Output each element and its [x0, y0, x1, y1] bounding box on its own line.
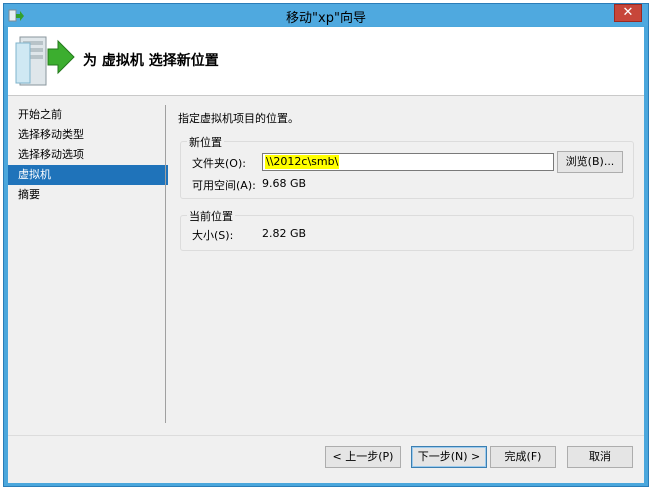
window-title: 移动"xp"向导	[286, 11, 366, 26]
nav-divider	[165, 105, 166, 423]
size-value: 2.82 GB	[262, 227, 307, 240]
browse-button[interactable]: 浏览(B)...	[557, 151, 623, 173]
new-location-title: 新位置	[187, 134, 224, 150]
wizard-window: 移动"xp"向导 ✕ 为 虚拟机 选择新位置 开始之前 选择移动类型 选择移动选…	[3, 3, 649, 487]
free-space-value: 9.68 GB	[262, 177, 307, 190]
wizard-header: 为 虚拟机 选择新位置	[8, 27, 644, 96]
nav-item-summary[interactable]: 摘要	[8, 185, 168, 205]
previous-button[interactable]: < 上一步(P)	[325, 446, 401, 468]
wizard-client: 为 虚拟机 选择新位置 开始之前 选择移动类型 选择移动选项 虚拟机 摘要 指定…	[8, 27, 644, 483]
folder-label: 文件夹(O):	[192, 157, 246, 170]
title-bar[interactable]: 移动"xp"向导 ✕	[4, 4, 648, 26]
current-location-title: 当前位置	[187, 208, 235, 224]
cancel-button[interactable]: 取消	[567, 446, 633, 468]
nav-item-before-you-begin[interactable]: 开始之前	[8, 105, 168, 125]
nav-item-move-options[interactable]: 选择移动选项	[8, 145, 168, 165]
next-button[interactable]: 下一步(N) >	[411, 446, 487, 468]
instruction-text: 指定虚拟机项目的位置。	[178, 112, 299, 125]
close-button[interactable]: ✕	[614, 4, 642, 22]
footer-divider	[8, 435, 644, 436]
current-location-group: 当前位置	[180, 208, 634, 251]
finish-button[interactable]: 完成(F)	[490, 446, 556, 468]
folder-input-value: \\2012c\smb\	[265, 155, 340, 169]
server-arrow-icon	[15, 36, 75, 86]
nav-item-move-type[interactable]: 选择移动类型	[8, 125, 168, 145]
free-space-label: 可用空间(A):	[192, 179, 256, 192]
wizard-nav: 开始之前 选择移动类型 选择移动选项 虚拟机 摘要	[8, 105, 168, 205]
nav-item-virtual-machine[interactable]: 虚拟机	[8, 165, 168, 185]
page-title: 为 虚拟机 选择新位置	[83, 53, 219, 69]
size-label: 大小(S):	[192, 229, 234, 242]
folder-input[interactable]: \\2012c\smb\	[262, 153, 554, 171]
